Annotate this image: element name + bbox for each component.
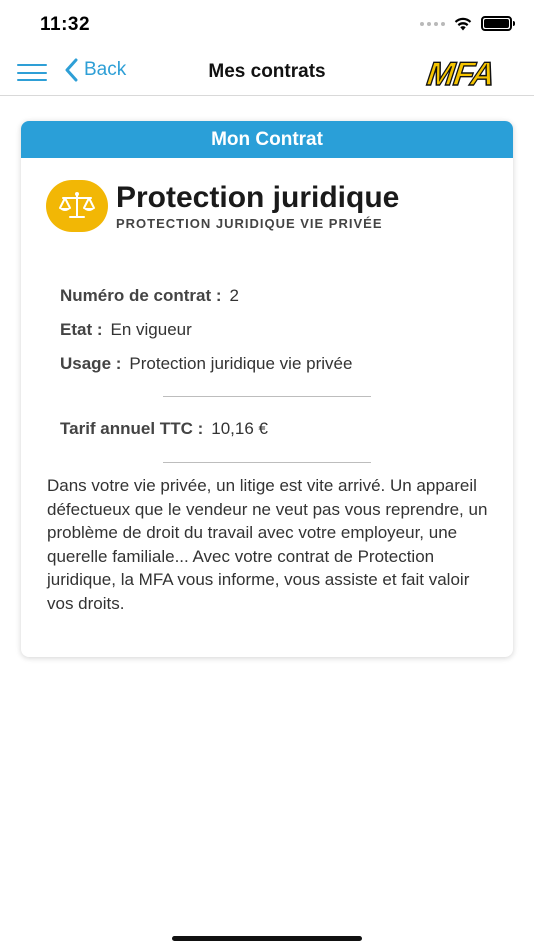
svg-text:MFA: MFA [422,56,501,89]
card-header: Mon Contrat [21,121,513,158]
product-title: Protection juridique [116,181,400,214]
contract-number-label: Numéro de contrat : [60,286,222,305]
contract-description: Dans votre vie privée, un litige est vit… [47,476,488,613]
divider [163,396,371,397]
usage-label: Usage : [60,354,122,373]
contract-number-value: 2 [229,286,239,305]
battery-level [484,19,509,28]
product-heading: Protection juridique PROTECTION JURIDIQU… [46,180,399,232]
contract-number-row: Numéro de contrat : 2 [60,285,352,319]
scales-of-justice-icon [46,180,108,232]
annual-price-label: Tarif annuel TTC : [60,419,204,438]
status-bar: 11:32 [0,0,534,48]
annual-price-row: Tarif annuel TTC : 10,16 € [60,419,268,439]
contract-card: Mon Contrat Protection juridique PROTECT… [21,121,513,657]
product-text: Protection juridique PROTECTION JURIDIQU… [116,181,399,231]
navigation-bar: Back Mes contrats MFA [0,48,534,96]
wifi-icon [454,17,472,31]
status-label: Etat : [60,320,103,339]
divider [163,462,371,463]
usage-row: Usage : Protection juridique vie privée [60,353,352,387]
mfa-logo: MFA [421,55,502,89]
status-value: En vigueur [110,320,192,339]
status-row: Etat : En vigueur [60,319,352,353]
battery-icon [481,16,515,31]
product-subtitle: PROTECTION JURIDIQUE VIE PRIVÉE [116,216,383,231]
usage-value: Protection juridique vie privée [129,354,353,373]
status-time: 11:32 [40,14,91,35]
contract-details: Numéro de contrat : 2 Etat : En vigueur Us… [60,285,352,387]
annual-price-value: 10,16 € [211,419,268,438]
home-indicator[interactable] [172,936,362,941]
cellular-signal-icon [420,21,445,26]
status-indicators [420,16,515,31]
